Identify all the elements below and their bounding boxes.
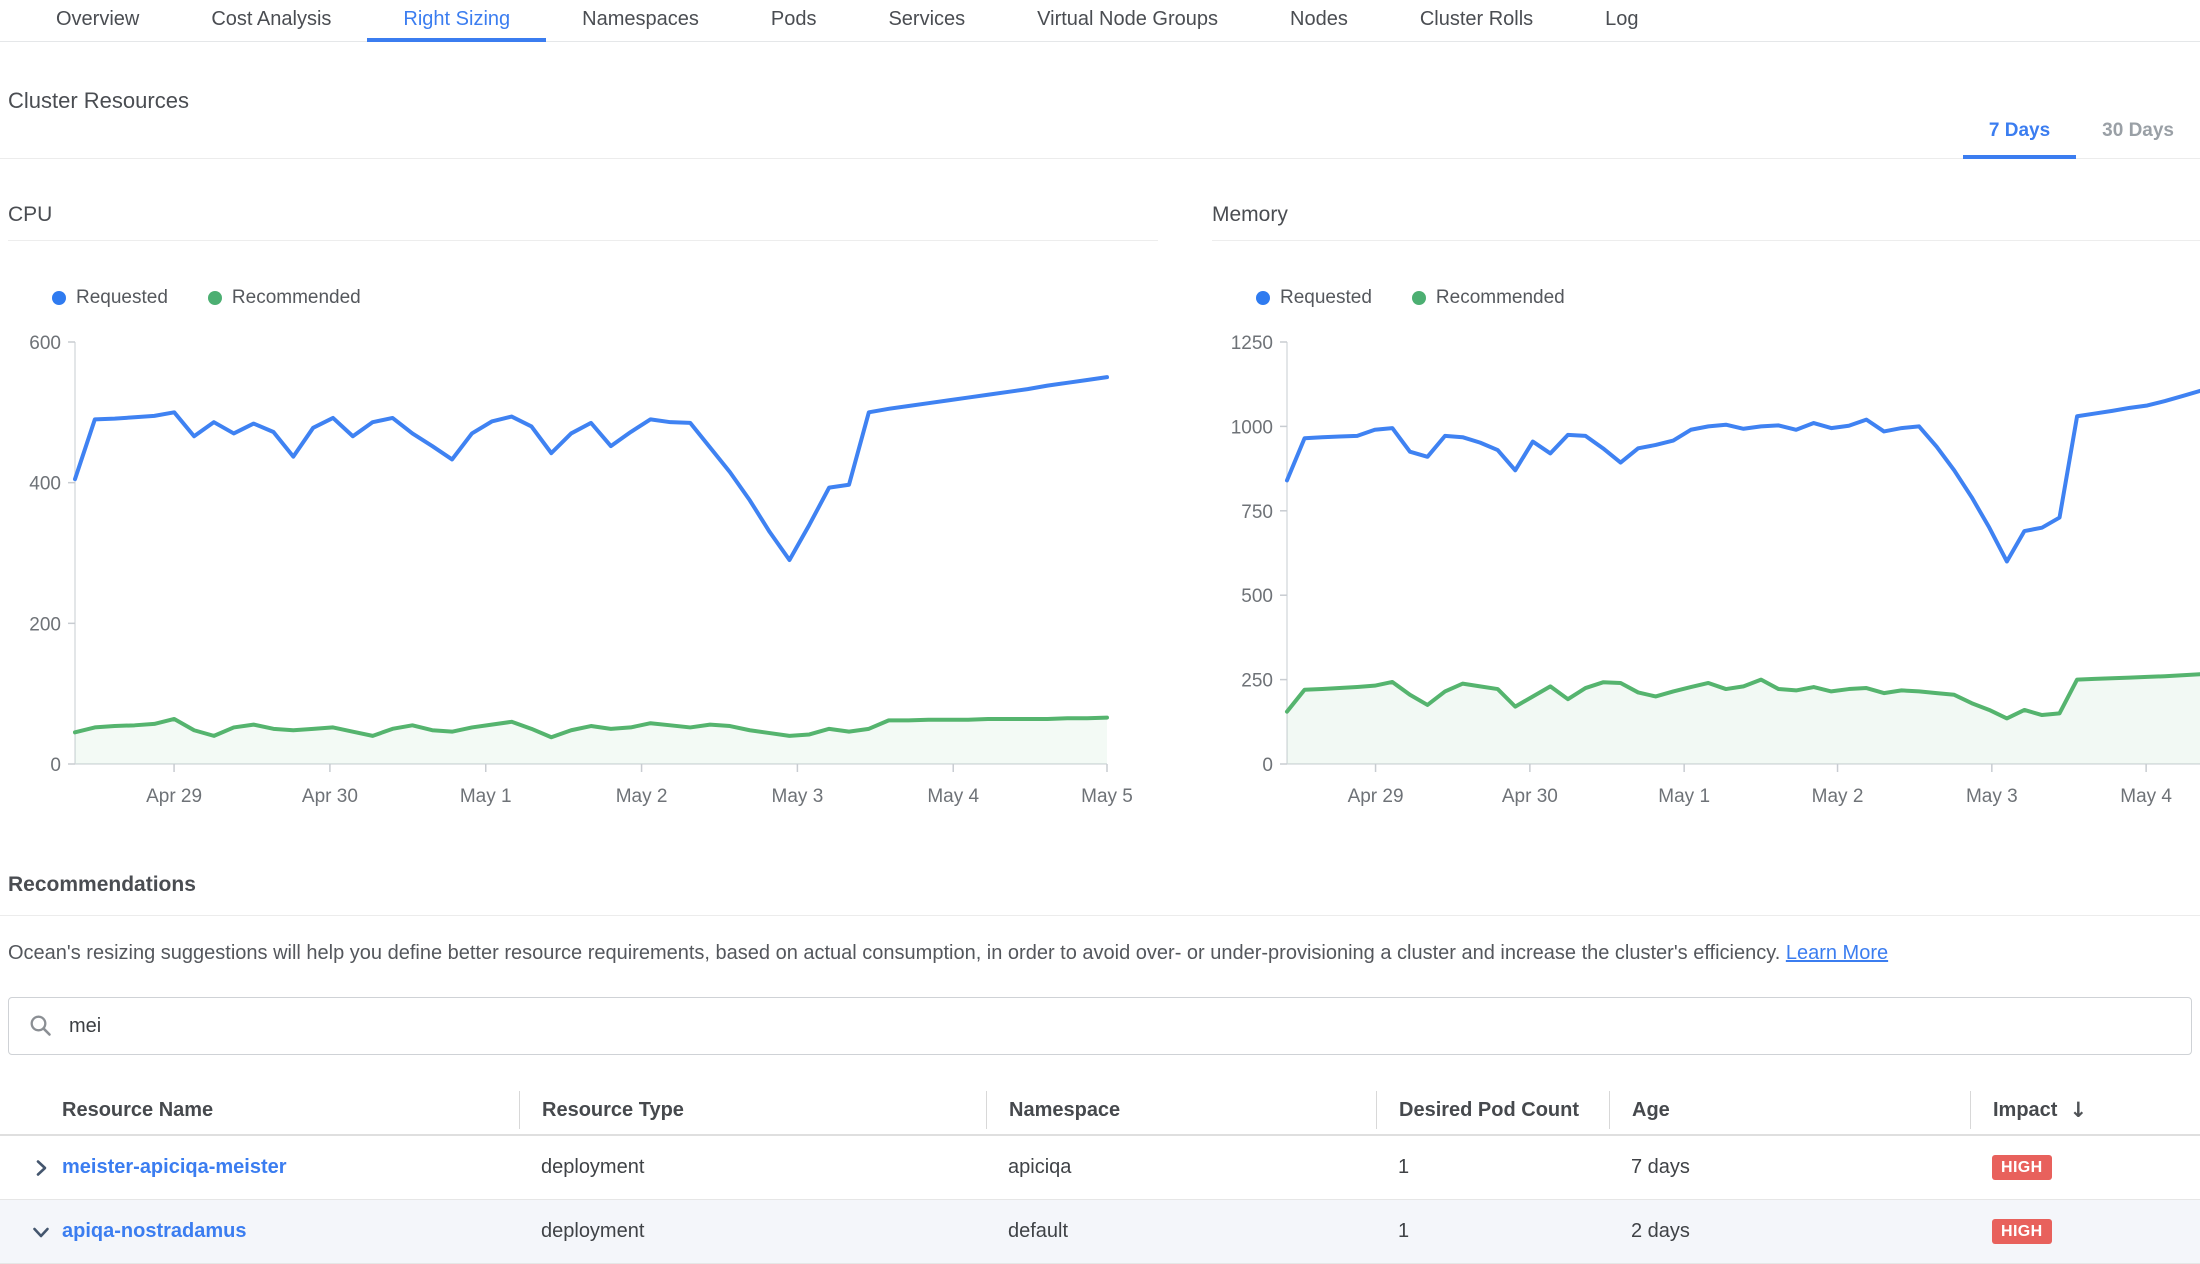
memory-chart-legend: Requested Recommended	[1256, 287, 2200, 309]
svg-text:1000: 1000	[1231, 417, 1273, 438]
legend-item-recommended: Recommended	[208, 287, 361, 309]
tab-pods[interactable]: Pods	[735, 0, 853, 42]
top-tab-bar: Overview Cost Analysis Right Sizing Name…	[0, 0, 2200, 42]
tab-nodes[interactable]: Nodes	[1254, 0, 1384, 42]
expand-row-button[interactable]	[0, 1156, 60, 1180]
recommendations-header: Recommendations	[0, 873, 2200, 916]
cluster-resources-title: Cluster Resources	[8, 88, 189, 114]
svg-text:Apr 29: Apr 29	[146, 786, 202, 807]
learn-more-link[interactable]: Learn More	[1786, 942, 1888, 964]
svg-text:750: 750	[1241, 502, 1273, 523]
time-range-switcher: 7 Days 30 Days	[1963, 120, 2200, 159]
tab-namespaces[interactable]: Namespaces	[546, 0, 735, 42]
svg-text:May 3: May 3	[1966, 786, 2018, 807]
svg-text:May 2: May 2	[1812, 786, 1864, 807]
search-bar	[8, 997, 2192, 1055]
recommended-dot-icon	[1412, 291, 1426, 305]
cpu-chart-title: CPU	[8, 203, 1158, 241]
resource-type-cell: deployment	[519, 1220, 986, 1243]
svg-text:0: 0	[1262, 755, 1273, 776]
svg-text:500: 500	[1241, 586, 1273, 607]
svg-text:May 4: May 4	[927, 786, 979, 807]
svg-text:May 2: May 2	[616, 786, 668, 807]
search-input[interactable]	[69, 1015, 2171, 1038]
svg-text:May 1: May 1	[1658, 786, 1710, 807]
resource-type-cell: deployment	[519, 1156, 986, 1179]
memory-chart-title: Memory	[1212, 203, 2200, 241]
pod-count-cell: 1	[1376, 1156, 1609, 1179]
memory-chart-panel: Memory Requested Recommended 1250 1000 750…	[1212, 203, 2200, 809]
tab-right-sizing[interactable]: Right Sizing	[367, 0, 546, 42]
tab-cluster-rolls[interactable]: Cluster Rolls	[1384, 0, 1569, 42]
age-cell: 7 days	[1609, 1156, 1970, 1179]
svg-text:May 5: May 5	[1081, 786, 1133, 807]
range-tab-7-days[interactable]: 7 Days	[1963, 120, 2076, 159]
svg-text:Apr 29: Apr 29	[1348, 786, 1404, 807]
recommendations-title: Recommendations	[8, 873, 2200, 897]
sort-descending-icon[interactable]: ↓	[2069, 1098, 2087, 1122]
cluster-resources-header: Cluster Resources 7 Days 30 Days	[0, 42, 2200, 159]
namespace-cell: apiciqa	[986, 1156, 1376, 1179]
column-desired-pod-count: Desired Pod Count	[1376, 1091, 1609, 1129]
svg-text:1250: 1250	[1231, 333, 1273, 354]
tab-virtual-node-groups[interactable]: Virtual Node Groups	[1001, 0, 1254, 42]
column-age: Age	[1609, 1091, 1970, 1129]
svg-text:200: 200	[29, 614, 61, 635]
impact-high-badge: HIGH	[1992, 1219, 2052, 1244]
cpu-chart-panel: CPU Requested Recommended 600 400 200 0 Apr …	[8, 203, 1158, 809]
pod-count-cell: 1	[1376, 1220, 1609, 1243]
cpu-line-chart: 600 400 200 0 Apr 29 Apr 30 May 1 May 2 May 3 May…	[8, 329, 1158, 809]
requested-dot-icon	[1256, 291, 1270, 305]
table-row: meister-apiciqa-meister deployment apici…	[0, 1136, 2200, 1200]
recommended-dot-icon	[208, 291, 222, 305]
impact-high-badge: HIGH	[1992, 1155, 2052, 1180]
charts-row: CPU Requested Recommended 600 400 200 0 Apr …	[0, 203, 2200, 809]
tab-cost-analysis[interactable]: Cost Analysis	[175, 0, 367, 42]
svg-text:0: 0	[50, 755, 61, 776]
age-cell: 2 days	[1609, 1220, 1970, 1243]
svg-text:May 3: May 3	[772, 786, 824, 807]
search-icon	[29, 1014, 53, 1038]
chevron-down-icon	[29, 1220, 53, 1244]
namespace-cell: default	[986, 1220, 1376, 1243]
svg-text:Apr 30: Apr 30	[1502, 786, 1558, 807]
svg-text:May 1: May 1	[460, 786, 512, 807]
legend-item-requested: Requested	[1256, 287, 1372, 309]
resource-name-link[interactable]: apiqa-nostradamus	[62, 1220, 246, 1242]
column-impact: Impact ↓	[1970, 1091, 2200, 1129]
column-namespace: Namespace	[986, 1091, 1376, 1129]
legend-item-recommended: Recommended	[1412, 287, 1565, 309]
recommendations-table: Resource Name Resource Type Namespace De…	[0, 1086, 2200, 1264]
svg-text:400: 400	[29, 474, 61, 495]
table-row: apiqa-nostradamus deployment default 1 2…	[0, 1200, 2200, 1264]
column-resource-name: Resource Name	[60, 1091, 519, 1129]
column-resource-type: Resource Type	[519, 1091, 986, 1129]
svg-text:Apr 30: Apr 30	[302, 786, 358, 807]
tab-log[interactable]: Log	[1569, 0, 1674, 42]
resource-name-link[interactable]: meister-apiciqa-meister	[62, 1156, 287, 1178]
cpu-chart-legend: Requested Recommended	[52, 287, 1158, 309]
range-tab-30-days[interactable]: 30 Days	[2076, 120, 2200, 159]
svg-text:May 4: May 4	[2120, 786, 2172, 807]
chevron-right-icon	[29, 1156, 53, 1180]
legend-item-requested: Requested	[52, 287, 168, 309]
table-header-row: Resource Name Resource Type Namespace De…	[0, 1086, 2200, 1136]
expander-column-header	[0, 1091, 60, 1129]
tab-overview[interactable]: Overview	[20, 0, 175, 42]
svg-text:600: 600	[29, 333, 61, 354]
svg-text:250: 250	[1241, 671, 1273, 692]
collapse-row-button[interactable]	[0, 1220, 60, 1244]
tab-services[interactable]: Services	[852, 0, 1001, 42]
recommendations-description-text: Ocean's resizing suggestions will help y…	[8, 942, 1786, 964]
recommendations-description: Ocean's resizing suggestions will help y…	[8, 942, 2192, 965]
requested-dot-icon	[52, 291, 66, 305]
memory-line-chart: 1250 1000 750 500 250 0 Apr 29 Apr 30 May 1 May 2…	[1212, 329, 2200, 809]
